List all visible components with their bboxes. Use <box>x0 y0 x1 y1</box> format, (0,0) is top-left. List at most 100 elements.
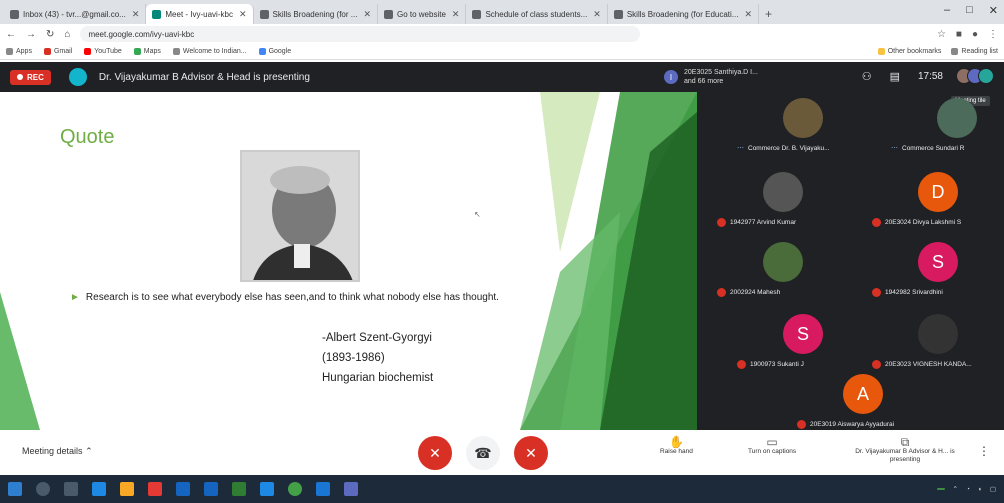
edge-icon[interactable] <box>92 482 106 496</box>
bookmark-google[interactable]: Google <box>258 48 291 55</box>
browser-tab[interactable]: Go to website ✕ <box>378 4 467 24</box>
presentation-button[interactable]: ⧉ Dr. Vijayakumar B Advisor & H... is pre… <box>840 435 970 464</box>
captions-button[interactable]: ▭ Turn on captions <box>748 436 796 456</box>
presenting-banner: Dr. Vijayakumar B Advisor & Head is pres… <box>98 71 310 83</box>
file-explorer-icon[interactable] <box>120 482 134 496</box>
camera-toggle-button[interactable]: ✕ <box>514 436 548 470</box>
raise-hand-button[interactable]: ✋ Raise hand <box>660 436 693 456</box>
chat-icon[interactable]: ▤ <box>890 70 900 83</box>
participants-panel: Meeting tile ⋯ Commerce Dr. B. Vijayaku..… <box>697 92 1004 430</box>
mic-toggle-button[interactable]: ✕ <box>418 436 452 470</box>
participant-photo <box>763 172 803 212</box>
network-icon[interactable]: ◔ <box>966 486 970 493</box>
new-tab-button[interactable]: + <box>759 7 778 21</box>
participant-photo <box>937 98 977 138</box>
star-icon[interactable]: ☆ <box>937 29 946 40</box>
windows-taskbar: ⌃ ◔ ◖ ▢ <box>0 475 1004 503</box>
participant-tile[interactable]: S 1942982 Srivardhini <box>862 242 1004 302</box>
close-window-button[interactable]: ✕ <box>989 4 998 17</box>
bookmark-apps[interactable]: Apps <box>6 48 32 55</box>
close-icon[interactable]: ✕ <box>452 9 460 20</box>
app-icon[interactable] <box>260 482 274 496</box>
gmail-icon <box>10 9 19 19</box>
chrome-icon[interactable] <box>288 482 302 496</box>
portrait-photo <box>240 150 360 282</box>
page-icon <box>172 48 180 55</box>
word-icon[interactable] <box>176 482 190 496</box>
participant-tile[interactable]: D 20E3024 Divya Lakshmi S <box>862 172 1004 232</box>
participant-tile[interactable]: 20E3023 VIGNESH KANDA... <box>862 314 1004 374</box>
extensions-icon[interactable]: ■ <box>956 29 962 40</box>
other-bookmarks[interactable]: Other bookmarks <box>877 48 941 55</box>
participant-tile[interactable]: 2002924 Mahesh <box>707 242 857 302</box>
meeting-details-button[interactable]: Meeting details ⌃ <box>22 446 93 457</box>
bookmarks-bar: Apps Gmail YouTube Maps Welcome to India… <box>0 44 1004 60</box>
meet-top-bar: REC Dr. Vijayakumar B Advisor & Head is … <box>0 62 1004 92</box>
bookmark-maps[interactable]: Maps <box>133 48 161 55</box>
profile-icon[interactable]: ● <box>972 29 978 40</box>
close-icon[interactable]: ✕ <box>239 9 247 20</box>
bookmark-welcome[interactable]: Welcome to Indian... <box>172 48 247 55</box>
participant-name: 1942982 Srivardhini <box>885 289 943 296</box>
back-icon[interactable]: ← <box>6 29 16 40</box>
participant-tile[interactable]: 1942977 Arvind Kumar <box>707 172 857 232</box>
browser-tab[interactable]: Inbox (43) - tvr...@gmail.co... ✕ <box>4 4 147 24</box>
minimize-button[interactable]: – <box>944 4 950 17</box>
mail-icon[interactable] <box>204 482 218 496</box>
url-field[interactable]: meet.google.com/ivy-uavi-kbc <box>80 26 641 42</box>
participant-tile[interactable]: ⋯ Commerce Sundari R <box>881 98 1004 158</box>
joiner-avatar: I <box>664 70 678 84</box>
task-view-icon[interactable] <box>64 482 78 496</box>
tray-arrow-icon[interactable]: ⌃ <box>953 485 958 493</box>
close-icon[interactable]: ✕ <box>593 9 601 20</box>
participant-tile[interactable]: A 20E3019 Aiswarya Ayyadurai <box>787 374 937 434</box>
participant-name-row: 20E3024 Divya Lakshmi S <box>872 218 1004 227</box>
page-icon <box>472 9 482 19</box>
recording-badge: REC <box>10 69 51 85</box>
bullet-icon: ► <box>70 292 80 303</box>
battery-icon[interactable] <box>936 488 945 490</box>
people-icon[interactable]: ⚇ <box>862 70 872 83</box>
browser-tab-active[interactable]: Meet - Ivy-uavi-kbc ✕ <box>146 4 254 24</box>
window-controls: – □ ✕ <box>944 4 998 17</box>
address-bar-row: ← → ↻ ⌂ meet.google.com/ivy-uavi-kbc ☆ ■… <box>0 24 1004 44</box>
bookmark-youtube[interactable]: YouTube <box>84 48 122 55</box>
home-icon[interactable]: ⌂ <box>64 29 70 40</box>
search-icon[interactable] <box>36 482 50 496</box>
self-view-avatars[interactable] <box>956 68 994 84</box>
close-icon[interactable]: ✕ <box>363 9 371 20</box>
app-icon[interactable] <box>344 482 358 496</box>
participant-name: 2002924 Mahesh <box>730 289 781 296</box>
leave-call-button[interactable]: ☎ <box>466 436 500 470</box>
close-icon[interactable]: ✕ <box>132 9 140 20</box>
presenter-avatar <box>68 68 87 86</box>
browser-tab[interactable]: Schedule of class students... ✕ <box>466 4 608 24</box>
quote-author: -Albert Szent-Gyorgyi (1893-1986) Hungar… <box>322 332 434 384</box>
app-icon[interactable] <box>316 482 330 496</box>
volume-icon[interactable]: ◖ <box>978 486 982 493</box>
slide-title: Quote <box>60 126 115 148</box>
excel-icon[interactable] <box>232 482 246 496</box>
participant-name-row: ⋯ Commerce Sundari R <box>891 144 1004 153</box>
reload-icon[interactable]: ↻ <box>46 29 54 40</box>
participant-avatar: S <box>918 242 958 282</box>
browser-tab[interactable]: Skills Broadening (for ... ✕ <box>254 4 378 24</box>
forward-icon[interactable]: → <box>26 29 36 40</box>
menu-icon[interactable]: ⋮ <box>988 29 998 40</box>
reading-list[interactable]: Reading list <box>951 48 998 55</box>
browser-tab[interactable]: Skills Broadening (for Educati... ✕ <box>608 4 759 24</box>
more-options-icon[interactable]: ⋮ <box>978 444 990 458</box>
notifications-icon[interactable]: ▢ <box>990 485 996 493</box>
participant-tile[interactable]: ⋯ Commerce Dr. B. Vijayaku... <box>727 98 877 158</box>
close-icon[interactable]: ✕ <box>744 9 752 20</box>
mic-off-icon <box>737 360 746 369</box>
start-icon[interactable] <box>8 482 22 496</box>
maximize-button[interactable]: □ <box>966 4 973 17</box>
participant-name-row: ⋯ Commerce Dr. B. Vijayaku... <box>737 144 877 153</box>
present-icon: ⧉ <box>900 435 910 449</box>
participant-name-row: 2002924 Mahesh <box>717 288 857 297</box>
firefox-icon[interactable] <box>148 482 162 496</box>
participant-name: 20E3023 VIGNESH KANDA... <box>885 361 972 368</box>
bookmark-gmail[interactable]: Gmail <box>43 48 72 55</box>
participant-tile[interactable]: S 1900973 Sukanti J <box>727 314 877 374</box>
